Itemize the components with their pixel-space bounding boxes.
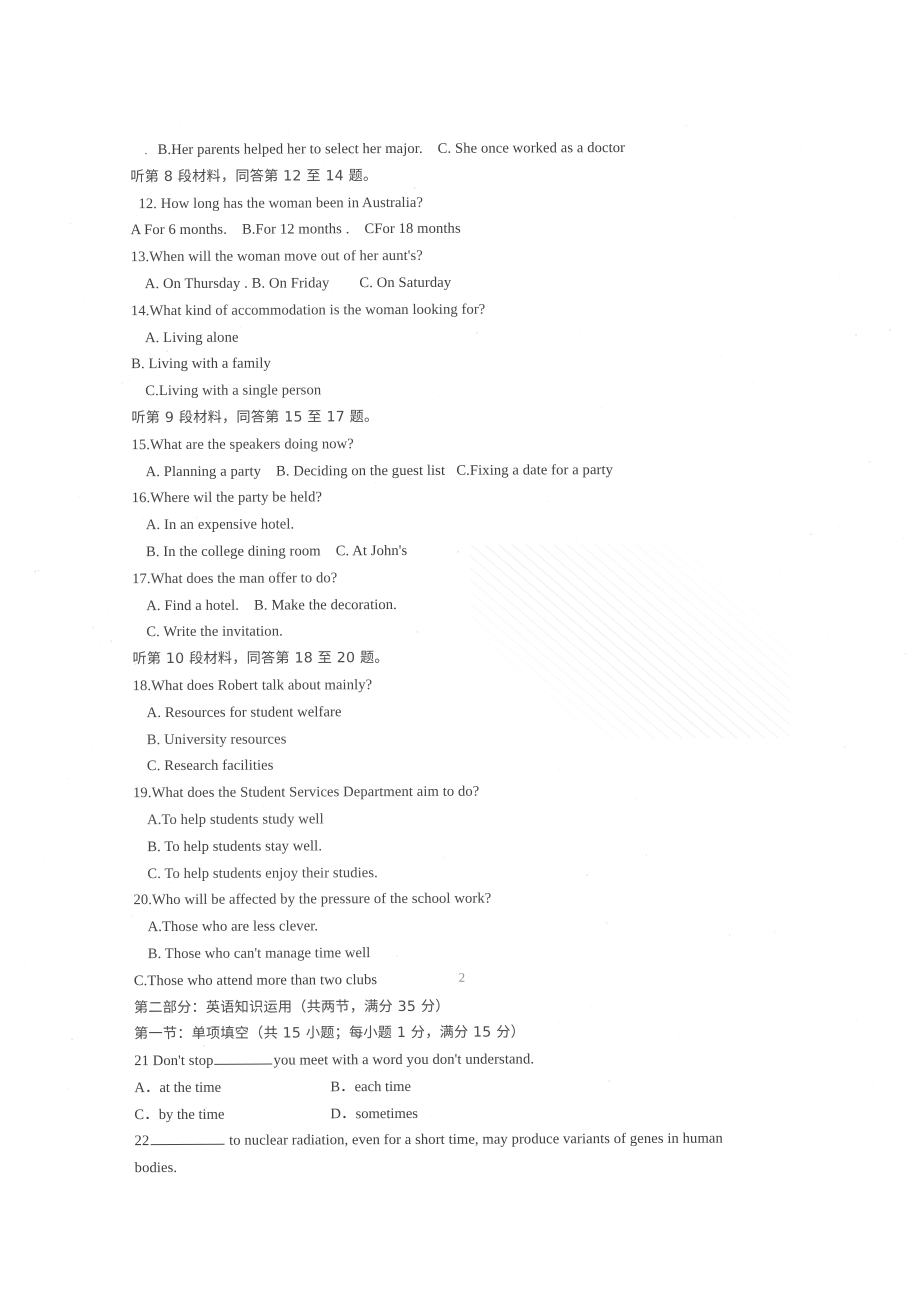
question-21-stem-after: you meet with a word you don't understan… — [273, 1051, 535, 1069]
question-22-stem: 22 to nuclear radiation, even for a shor… — [134, 1126, 834, 1156]
text-line: C. To help students enjoy their studies. — [147, 864, 378, 882]
text-line-chinese: 听第 8 段材料，同答第 12 至 14 题。 — [130, 167, 378, 185]
text-line: A. On Thursday . B. On Friday C. On Satu… — [144, 274, 452, 293]
scanned-page: . B.Her parents helped her to select her… — [0, 0, 920, 1302]
document-body: . B.Her parents helped her to select her… — [130, 134, 835, 1182]
question-21-stem: 21 Don't stop you meet with a word you do… — [134, 1045, 834, 1075]
question-21-option-c[interactable]: C．by the time — [134, 1101, 330, 1129]
text-line: C.Living with a single person — [145, 382, 322, 400]
text-line: 19.What does the Student Services Depart… — [132, 783, 480, 802]
question-21-blank[interactable] — [214, 1052, 273, 1065]
section-heading-section-one: 第一节：单项填空（共 15 小题；每小题 1 分，满分 15 分） — [134, 1024, 526, 1043]
question-22-blank[interactable] — [150, 1133, 225, 1146]
question-21-options-row-2: C．by the time D．sometimes — [134, 1099, 834, 1129]
question-22-continuation: bodies. — [134, 1160, 178, 1177]
question-22-stem-after: to nuclear radiation, even for a short t… — [225, 1131, 723, 1150]
question-21-option-a[interactable]: A．at the time — [134, 1074, 330, 1102]
text-line: C. Research facilities — [146, 757, 274, 775]
text-line: 12. How long has the woman been in Austr… — [138, 194, 424, 212]
section-heading-part-two: 第二部分：英语知识运用（共两节，满分 35 分） — [133, 998, 450, 1016]
text-line: 15.What are the speakers doing now? — [131, 435, 354, 453]
text-line-chinese: 听第 9 段材料，同答第 15 至 17 题。 — [131, 409, 379, 427]
text-line: 13.When will the woman move out of her a… — [130, 248, 423, 266]
question-21-option-d[interactable]: D．sometimes — [330, 1106, 418, 1122]
text-line: A. In an expensive hotel. — [145, 516, 295, 534]
text-line: 16.Where wil the party be held? — [131, 489, 323, 507]
text-line: B. Living with a family — [131, 355, 271, 373]
text-line: A.To help students study well — [147, 811, 324, 829]
text-line: A. Living alone — [144, 329, 239, 346]
text-line: C. Write the invitation. — [146, 623, 283, 641]
question-21-option-b[interactable]: B．each time — [330, 1079, 411, 1095]
text-line: 17.What does the man offer to do? — [132, 570, 338, 587]
text-line: B. To help students stay well. — [147, 838, 323, 855]
text-line: B. Those who can't manage time well — [147, 945, 371, 963]
text-line: . B.Her parents helped her to select her… — [144, 140, 626, 159]
text-line: A. Find a hotel. B. Make the decoration. — [146, 596, 397, 614]
text-line: A For 6 months. B.For 12 months . CFor 1… — [130, 221, 461, 239]
text-line: A. Resources for student welfare — [146, 703, 342, 721]
question-21-options-row-1: A．at the time B．each time — [134, 1072, 834, 1102]
text-line: A.Those who are less clever. — [147, 918, 319, 936]
text-line: A. Planning a party B. Deciding on the g… — [145, 461, 614, 480]
text-line: 14.What kind of accommodation is the wom… — [130, 301, 486, 319]
question-22-number: 22 — [134, 1133, 150, 1150]
text-line: 20.Who will be affected by the pressure … — [133, 890, 492, 909]
text-line: B. In the college dining room C. At John… — [145, 542, 408, 561]
text-line: B. University resources — [146, 731, 287, 748]
question-21-stem-before: 21 Don't stop — [134, 1052, 214, 1070]
text-line: 18.What does Robert talk about mainly? — [132, 677, 373, 695]
text-line-chinese: 听第 10 段材料，同答第 18 至 20 题。 — [132, 650, 389, 668]
stray-ink-dot: . — [144, 142, 158, 158]
